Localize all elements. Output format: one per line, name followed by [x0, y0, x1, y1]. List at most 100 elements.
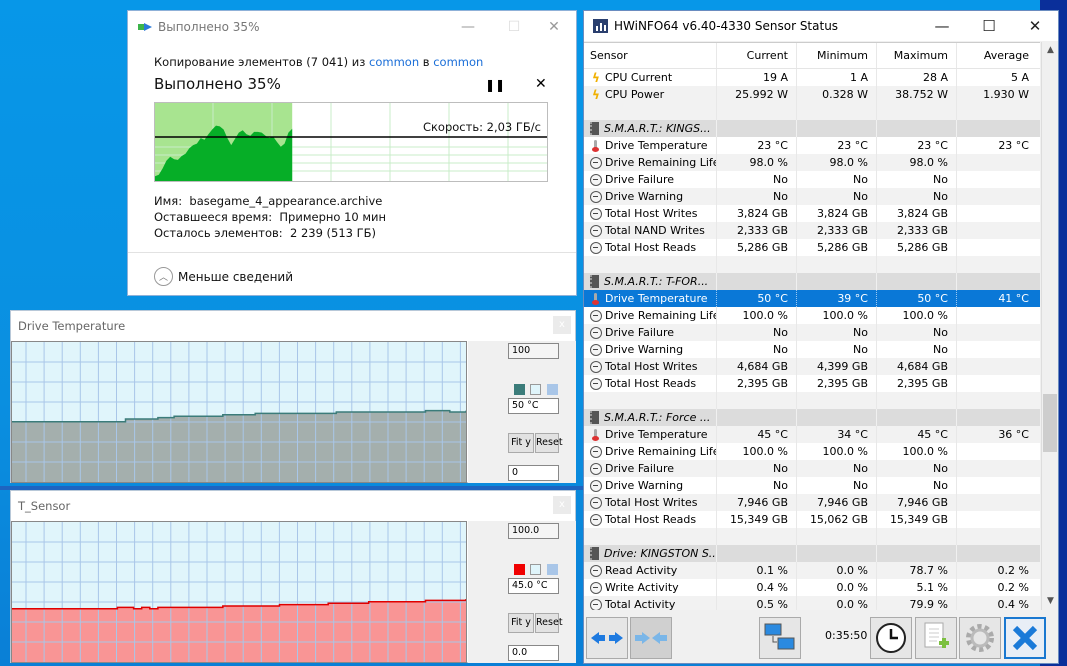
background-color-swatch[interactable] — [530, 564, 541, 575]
minimum-value: 34 °C — [797, 426, 877, 443]
sensor-row[interactable]: Total NAND Writes 2,333 GB 2,333 GB 2,333 G… — [584, 222, 1040, 239]
sensor-row[interactable]: Total Host Writes 7,946 GB 7,946 GB 7,946 G… — [584, 494, 1040, 511]
minimum-value: 0.0 % — [797, 562, 877, 579]
sensor-row[interactable]: Drive Failure No No No — [584, 171, 1040, 188]
sensor-row[interactable]: Total Host Writes 3,824 GB 3,824 GB 3,824 G… — [584, 205, 1040, 222]
window-title: HWiNFO64 v6.40-4330 Sensor Status — [614, 19, 839, 33]
reset-button[interactable]: Reset — [535, 433, 563, 453]
settings-button[interactable] — [959, 617, 1001, 659]
sensor-row[interactable]: Drive Remaining Life 98.0 % 98.0 % 98.0 % — [584, 154, 1040, 171]
y-min-field[interactable]: 0.0 — [508, 645, 559, 661]
sensor-name-cell: Drive Remaining Life — [584, 443, 717, 460]
column-header-sensor[interactable]: Sensor — [584, 43, 717, 68]
fit-y-button[interactable]: Fit y — [508, 433, 534, 453]
average-value — [957, 341, 1037, 358]
minimum-value: 2,395 GB — [797, 375, 877, 392]
sensor-row[interactable]: Total Host Writes 4,684 GB 4,399 GB 4,684 G… — [584, 358, 1040, 375]
close-button[interactable]: x — [553, 316, 571, 334]
minimum-value: No — [797, 460, 877, 477]
report-button[interactable] — [915, 617, 957, 659]
sensor-group-row[interactable]: S.M.A.R.T.: T-FOR... — [584, 273, 1040, 290]
sensor-row[interactable]: Write Activity 0.4 % 0.0 % 5.1 % 0.2 % — [584, 579, 1040, 596]
sensor-group-row[interactable]: Drive: KINGSTON S... — [584, 545, 1040, 562]
close-button[interactable]: ✕ — [1020, 16, 1050, 36]
minimize-button[interactable]: — — [456, 17, 480, 37]
network-button[interactable] — [759, 617, 801, 659]
grid-color-swatch[interactable] — [547, 564, 558, 575]
sensor-row[interactable]: ϟ CPU Current 19 A1 A 28 A 5 A — [584, 69, 1040, 86]
line-color-swatch[interactable] — [514, 384, 525, 395]
sensor-row[interactable]: Total Host Reads 15,349 GB 15,062 GB 15,349… — [584, 511, 1040, 528]
sensor-row[interactable]: Drive Remaining Life 100.0 % 100.0 % 100.0 … — [584, 307, 1040, 324]
sensor-row[interactable]: Drive Warning No No No — [584, 341, 1040, 358]
sensor-row[interactable]: Drive Failure No No No — [584, 324, 1040, 341]
average-value — [957, 239, 1037, 256]
pause-icon[interactable]: ❚❚ — [485, 78, 505, 92]
destination-link[interactable]: common — [433, 55, 483, 69]
clock-button[interactable] — [870, 617, 912, 659]
current-value: 4,684 GB — [717, 358, 797, 375]
sensor-row[interactable]: Drive Failure No No No — [584, 460, 1040, 477]
background-color-swatch[interactable] — [530, 384, 541, 395]
sensor-row[interactable]: Drive Temperature 23 °C 23 °C 23 °C 23 °C — [584, 137, 1040, 154]
y-min-field[interactable]: 0 — [508, 465, 559, 481]
current-value: 3,824 GB — [717, 205, 797, 222]
minimize-button[interactable]: — — [927, 16, 957, 36]
sensor-name-cell: Total Host Reads — [584, 375, 717, 392]
scroll-up-icon[interactable]: ▲ — [1042, 42, 1059, 59]
y-max-field[interactable]: 100 — [508, 343, 559, 359]
sensor-row[interactable]: Total Activity 0.5 % 0.0 % 79.9 % 0.4 % — [584, 596, 1040, 610]
gauge-icon — [590, 173, 602, 186]
sensor-row[interactable]: Drive Warning No No No — [584, 477, 1040, 494]
average-value — [957, 528, 1037, 545]
drive-chip-icon — [590, 275, 599, 288]
minimum-value — [797, 103, 877, 120]
sensor-row[interactable]: Drive Remaining Life 100.0 % 100.0 % 100.0 … — [584, 443, 1040, 460]
sensor-group-row[interactable]: S.M.A.R.T.: KINGS... — [584, 120, 1040, 137]
average-value — [957, 222, 1037, 239]
scroll-down-icon[interactable]: ▼ — [1042, 593, 1059, 610]
maximum-value: 4,684 GB — [877, 358, 957, 375]
current-value — [717, 120, 797, 137]
sensor-row[interactable]: Total Host Reads 2,395 GB 2,395 GB 2,395 GB — [584, 375, 1040, 392]
sensor-row[interactable]: Drive Temperature 50 °C 39 °C 50 °C 41 °C — [584, 290, 1040, 307]
current-value: 2,333 GB — [717, 222, 797, 239]
average-value: 0.4 % — [997, 598, 1029, 610]
sensor-row[interactable]: ϟ CPU Power 25.992 W 0.328 W 38.752 W 1.930 W — [584, 86, 1040, 103]
line-color-swatch[interactable] — [514, 564, 525, 575]
minimum-value: 2,333 GB — [797, 222, 877, 239]
column-header-maximum[interactable]: Maximum — [877, 43, 957, 68]
fit-y-button[interactable]: Fit y — [508, 613, 534, 633]
thermometer-icon — [590, 139, 602, 152]
sensor-group-row[interactable]: S.M.A.R.T.: Force ... — [584, 409, 1040, 426]
close-button[interactable]: x — [553, 496, 571, 514]
sensor-row[interactable]: Read Activity 0.1 % 0.0 % 78.7 % 0.2 % — [584, 562, 1040, 579]
exit-button[interactable] — [1004, 617, 1046, 659]
minimum-value: 0.0 % — [797, 579, 877, 596]
sensor-row[interactable]: Drive Warning No No No — [584, 188, 1040, 205]
close-button[interactable]: ✕ — [542, 17, 566, 37]
column-header-minimum[interactable]: Minimum — [797, 43, 877, 68]
maximize-button[interactable]: ☐ — [974, 16, 1004, 36]
reset-button[interactable]: Reset — [535, 613, 563, 633]
copy-info: Имя: basegame_4_appearance.archive Остав… — [154, 193, 386, 241]
vertical-scrollbar[interactable]: ▲ ▼ — [1041, 42, 1058, 610]
sensor-name-cell: Drive Failure — [584, 460, 717, 477]
expand-button[interactable] — [586, 617, 628, 659]
source-link[interactable]: common — [369, 55, 419, 69]
sensor-row[interactable]: Total Host Reads 5,286 GB 5,286 GB 5,286 GB — [584, 239, 1040, 256]
maximum-value: 45 °C — [877, 426, 957, 443]
scrollbar-thumb[interactable] — [1043, 394, 1057, 452]
grid-color-swatch[interactable] — [547, 384, 558, 395]
gauge-icon — [590, 445, 602, 458]
minimum-value: 1 A — [797, 69, 877, 86]
less-details-button[interactable]: ︿ Меньше сведений — [154, 267, 293, 286]
column-header-current[interactable]: Current — [717, 43, 797, 68]
close-icon[interactable]: ✕ — [535, 76, 547, 92]
y-max-field[interactable]: 100.0 — [508, 523, 559, 539]
column-header-average[interactable]: Average — [957, 43, 1037, 68]
sensor-name-cell — [584, 528, 717, 545]
current-value: 25.992 W — [717, 86, 797, 103]
sensor-row[interactable]: Drive Temperature 45 °C 34 °C 45 °C 36 °C — [584, 426, 1040, 443]
collapse-button[interactable] — [630, 617, 672, 659]
